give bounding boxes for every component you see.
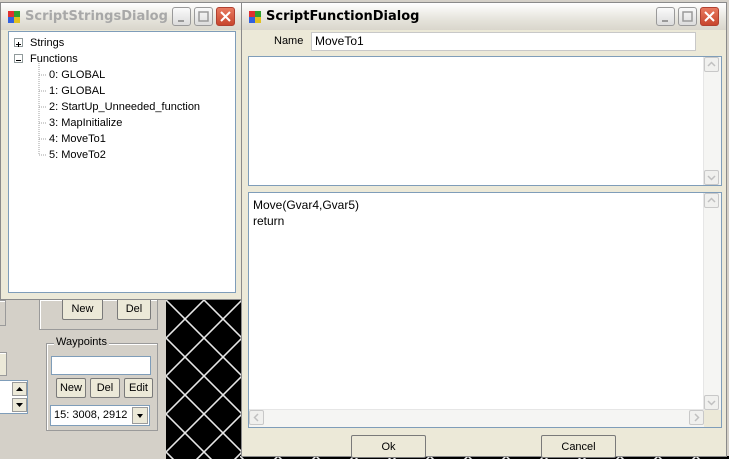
tree-node-function[interactable]: 4: MoveTo1 [49,132,106,146]
window-app-icon [249,11,261,23]
minimize-icon [178,20,184,22]
tree-node-function[interactable]: 5: MoveTo2 [49,148,106,162]
tree-node-strings[interactable]: Strings [30,36,64,50]
waypoint-select-value: 15: 3008, 2912 [54,409,128,421]
spinner-down-icon[interactable] [12,398,27,412]
vertical-scrollbar[interactable] [703,57,721,185]
minimize-button[interactable] [172,7,191,26]
close-button[interactable] [216,7,235,26]
code-textarea[interactable]: Move(Gvar4,Gvar5) return [248,192,722,428]
map-canvas[interactable] [166,300,246,459]
expand-plus-icon[interactable] [14,38,23,47]
strings-dialog-titlebar[interactable]: ScriptStringsDialog [1,3,241,30]
waypoint-edit-button[interactable]: Edit [124,378,153,398]
background-group-box [0,300,6,326]
tree-node-function[interactable]: 2: StartUp_Unneeded_function [49,100,200,114]
waypoint-new-button[interactable]: New [56,378,86,398]
maximize-icon [682,11,693,22]
script-function-dialog: ScriptFunctionDialog Name MoveTo1 Move(G… [241,2,727,458]
waypoint-name-input[interactable] [51,356,151,375]
scroll-up-icon[interactable] [704,57,719,72]
scroll-down-icon[interactable] [704,170,719,185]
spinner-up-icon[interactable] [12,382,27,396]
bg-new-button[interactable]: New [62,298,103,320]
minimize-button[interactable] [656,7,675,26]
maximize-button[interactable] [194,7,213,26]
close-icon [704,11,715,22]
function-dialog-title: ScriptFunctionDialog [266,9,420,24]
maximize-icon [198,11,209,22]
script-strings-dialog: ScriptStringsDialog Strings Functions 0:… [0,2,242,300]
cancel-button[interactable]: Cancel [541,435,616,458]
bg-button-fragment [0,352,7,376]
scroll-right-icon[interactable] [689,410,704,425]
strings-tree[interactable]: Strings Functions 0: GLOBAL 1: GLOBAL 2:… [8,31,236,293]
name-label: Name [274,35,304,47]
maximize-button[interactable] [678,7,697,26]
tree-node-function[interactable]: 0: GLOBAL [49,68,105,82]
waypoint-select[interactable]: 15: 3008, 2912 [50,405,150,426]
minimize-icon [662,20,668,22]
scroll-down-icon[interactable] [704,395,719,410]
function-name-input[interactable]: MoveTo1 [311,32,696,51]
close-button[interactable] [700,7,719,26]
window-app-icon [8,11,20,23]
scroll-left-icon[interactable] [249,410,264,425]
waypoint-del-button[interactable]: Del [90,378,120,398]
tree-node-function[interactable]: 3: MapInitialize [49,116,122,130]
close-icon [220,11,231,22]
vertical-scrollbar[interactable] [703,193,721,410]
waypoints-group-label: Waypoints [54,336,109,348]
bg-del-button[interactable]: Del [117,298,151,320]
scroll-up-icon[interactable] [704,193,719,208]
description-textarea[interactable] [248,56,722,186]
strings-dialog-title: ScriptStringsDialog [25,9,168,24]
tree-node-function[interactable]: 1: GLOBAL [49,84,105,98]
function-dialog-titlebar[interactable]: ScriptFunctionDialog [242,3,726,30]
collapse-minus-icon[interactable] [14,54,23,63]
chevron-down-icon[interactable] [132,407,148,424]
code-line: return [253,214,285,228]
code-line: Move(Gvar4,Gvar5) [253,198,360,212]
scrollbar-corner [704,410,721,427]
ok-button[interactable]: Ok [351,435,426,458]
horizontal-scrollbar[interactable] [249,409,704,427]
